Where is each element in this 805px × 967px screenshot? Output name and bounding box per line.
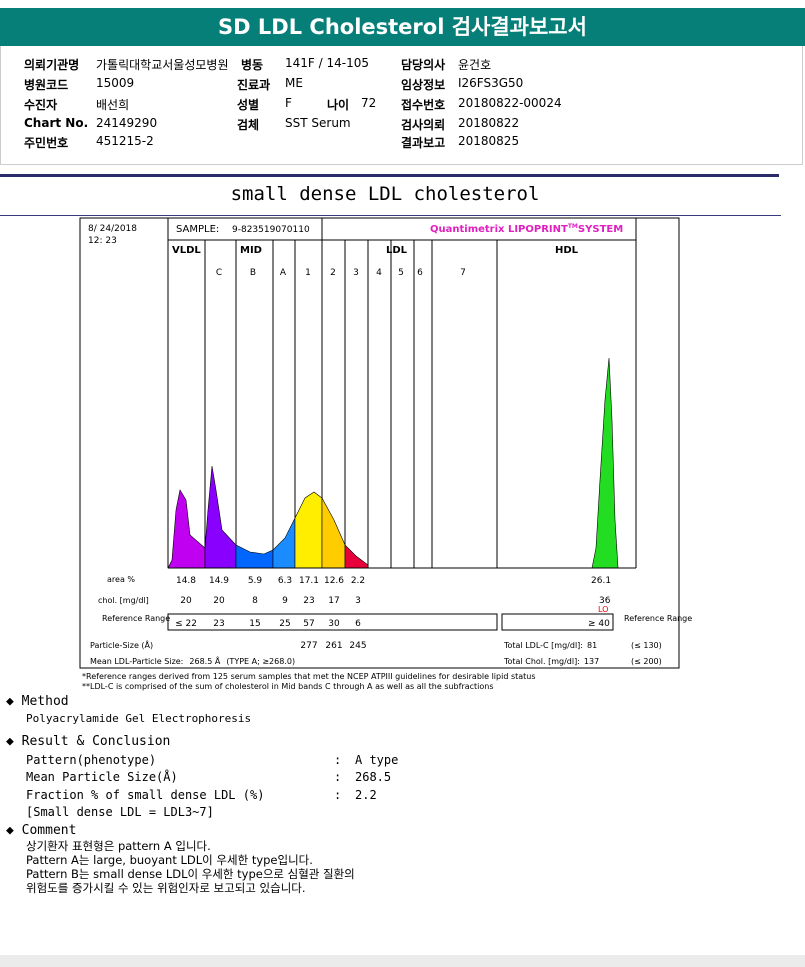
method-heading-text: Method — [21, 694, 69, 709]
comment-body: 상기환자 표현형은 pattern A 입니다. Pattern A는 larg… — [26, 839, 355, 895]
group-ldl: LDL — [386, 245, 408, 256]
chart-frame — [79, 217, 680, 669]
particle-size-value: 277 — [300, 641, 317, 651]
chart-date: 8/ 24/2018 — [88, 224, 137, 234]
result-note: [Small dense LDL = LDL3~7] — [26, 805, 214, 819]
chol-value: 3 — [355, 596, 361, 606]
row-area-label: area % — [107, 575, 135, 584]
result-label-mean-size: Mean Particle Size(Å) — [26, 770, 178, 784]
chol-value: 17 — [328, 596, 339, 606]
diamond-icon: ◆ — [6, 694, 14, 709]
area-value: 14.9 — [209, 576, 229, 586]
ref-value: 6 — [355, 619, 361, 629]
total-ldl-line: Total LDL-C [mg/dl]: 81 (≤ 130) — [503, 641, 662, 650]
particle-size-label: Particle-Size (Å) — [90, 639, 153, 650]
chart-time: 12: 23 — [88, 236, 117, 246]
chol-value: 20 — [180, 596, 192, 606]
group-hdl: HDL — [555, 245, 579, 256]
result-heading-text: Result & Conclusion — [21, 734, 171, 749]
result-heading: ◆ Result & Conclusion — [6, 734, 170, 749]
diamond-icon: ◆ — [6, 734, 14, 749]
comment-heading-text: Comment — [21, 823, 77, 838]
subband-label: 3 — [353, 268, 359, 278]
particle-size-value: 245 — [349, 641, 366, 651]
chol-value: 20 — [213, 596, 225, 606]
result-value-mean-size: 268.5 — [355, 770, 392, 784]
chol-value: 8 — [252, 596, 258, 606]
subband-label: C — [216, 268, 222, 278]
ref-value: 15 — [249, 619, 260, 629]
hdl-area: 26.1 — [591, 576, 611, 586]
area-value: 17.1 — [299, 576, 319, 586]
result-sep: : — [334, 770, 342, 784]
comment-heading: ◆ Comment — [6, 823, 76, 838]
result-label-pattern: Pattern(phenotype) — [26, 753, 157, 767]
area-value: 5.9 — [248, 576, 263, 586]
row-ref-label: Reference Range — [102, 614, 170, 623]
diamond-icon: ◆ — [6, 823, 14, 838]
subband-label: 7 — [460, 268, 466, 278]
area-value: 12.6 — [324, 576, 344, 586]
hdl-ref: ≥ 40 — [588, 619, 610, 629]
footnote-2: **LDL-C is comprised of the sum of chole… — [82, 682, 494, 691]
result-sep: : — [334, 788, 342, 802]
comment-line: Pattern A는 large, buoyant LDL이 우세한 type입… — [26, 853, 313, 867]
area-value: 2.2 — [351, 576, 365, 586]
subband-label: 4 — [376, 268, 382, 278]
footer-bar — [0, 955, 805, 967]
method-text: Polyacrylamide Gel Electrophoresis — [26, 712, 252, 725]
result-value-fraction: 2.2 — [355, 788, 377, 802]
brand-name: Quantimetrix LIPOPRINTTMSYSTEM — [430, 223, 623, 235]
ref-value: 57 — [303, 619, 314, 629]
footnote-1: *Reference ranges derived from 125 serum… — [82, 672, 536, 681]
ref-value: 30 — [328, 619, 340, 629]
subband-label: 5 — [398, 268, 404, 278]
sample-id: 9-823519070110 — [232, 225, 310, 235]
comment-line: 위험도를 증가시킬 수 있는 위험인자로 보고되고 있습니다. — [26, 881, 306, 895]
ref-value: 23 — [213, 619, 224, 629]
mean-size-line: Mean LDL-Particle Size: 268.5 Å (TYPE A; ≥… — [90, 655, 295, 666]
area-value: 6.3 — [278, 576, 292, 586]
result-sep: : — [334, 753, 342, 767]
group-vldl: VLDL — [172, 245, 201, 256]
group-mid: MID — [240, 245, 262, 256]
row-chol-label: chol. [mg/dl] — [98, 596, 149, 605]
subband-label: 1 — [305, 268, 311, 278]
area-value: 14.8 — [176, 576, 196, 586]
particle-size-value: 261 — [325, 641, 342, 651]
subband-label: 6 — [417, 268, 423, 278]
subband-label: A — [280, 268, 287, 278]
method-heading: ◆ Method — [6, 694, 69, 709]
lipoprint-electrophoresis-chart: 8/ 24/2018 12: 23 SAMPLE: 9-823519070110… — [79, 217, 692, 691]
result-label-fraction: Fraction % of small dense LDL (%) — [26, 788, 265, 802]
subband-label: B — [250, 268, 256, 278]
particle-sizes: 277 261 245 — [300, 641, 366, 651]
comment-line: 상기환자 표현형은 pattern A 입니다. — [26, 839, 211, 853]
result-value-pattern: A type — [355, 753, 399, 767]
sample-label: SAMPLE: — [176, 224, 219, 235]
hdl-flag: LO — [598, 605, 608, 614]
subband-label: 2 — [330, 268, 336, 278]
ref-value: 25 — [279, 619, 290, 629]
comment-line: Pattern B는 small dense LDL이 우세한 type으로 심… — [26, 867, 355, 881]
chol-value: 9 — [282, 596, 288, 606]
ref-value: ≤ 22 — [175, 619, 197, 629]
chol-value: 23 — [303, 596, 314, 606]
ref-range-side: Reference Range — [624, 614, 692, 623]
